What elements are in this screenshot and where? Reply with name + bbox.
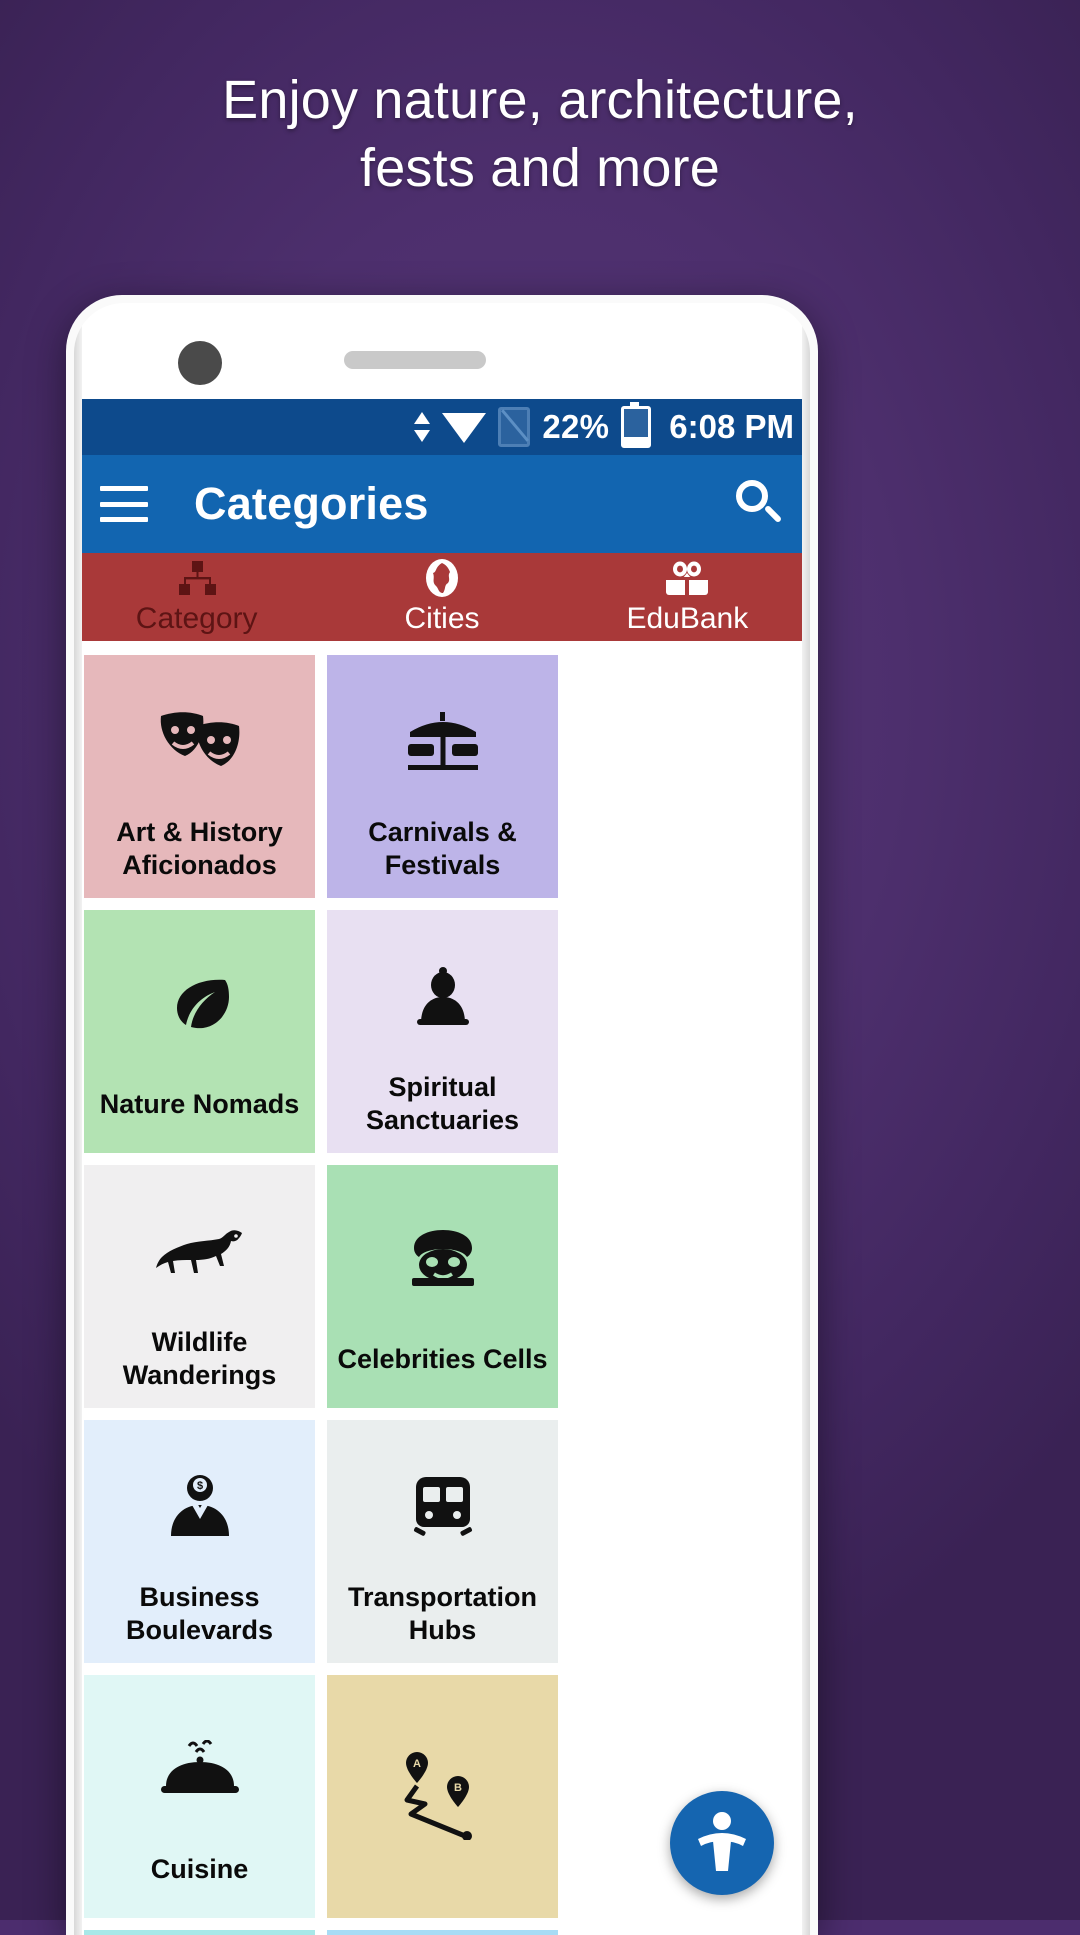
tile-label: Wildlife Wanderings — [122, 1327, 277, 1390]
app-bar: Categories — [74, 455, 810, 553]
tile-label: Spiritual Sanctuaries — [365, 1072, 520, 1135]
sync-icon — [414, 412, 431, 442]
tile-label: Transportation Hubs — [347, 1582, 537, 1645]
tile-label: Cuisine — [150, 1854, 249, 1884]
page-title: Categories — [194, 478, 429, 529]
food-dome-icon — [92, 1685, 307, 1853]
tile-wildlife-wanderings[interactable]: Wildlife Wanderings — [84, 1165, 315, 1408]
leaf-icon — [92, 920, 307, 1088]
sim-icon — [498, 407, 531, 447]
promo-headline: Enjoy nature, architecture, fests and mo… — [0, 66, 1080, 202]
tile-route[interactable]: A B — [327, 1675, 558, 1918]
route-pins-icon: A B — [335, 1685, 550, 1902]
tab-label: Category — [135, 602, 258, 635]
statue-person-icon — [694, 1809, 750, 1878]
owl-book-icon — [664, 558, 710, 598]
theater-masks-icon — [92, 665, 307, 816]
sitemap-icon — [177, 558, 217, 598]
tile-spartan[interactable] — [84, 1930, 315, 1935]
headline-line-1: Enjoy nature, architecture, — [222, 70, 858, 130]
tile-nature-nomads[interactable]: Nature Nomads — [84, 910, 315, 1153]
tile-art-history[interactable]: Art & History Aficionados — [84, 655, 315, 898]
tile-label: Art & History Aficionados — [116, 817, 283, 880]
svg-text:A: A — [413, 1758, 421, 1770]
tile-carnivals-festivals[interactable]: Carnivals & Festivals — [327, 655, 558, 898]
tile-label: Business Boulevards — [125, 1582, 274, 1645]
front-camera-icon — [178, 341, 222, 385]
status-bar: 22% 6:08 PM — [74, 399, 810, 455]
tab-cities[interactable]: Cities — [319, 553, 564, 641]
tab-edubank[interactable]: EduBank — [565, 553, 810, 641]
businessman-icon: $ — [92, 1430, 307, 1581]
buddha-icon — [335, 920, 550, 1071]
phone-mockup: 22% 6:08 PM Categories Category Cities E… — [66, 295, 818, 1935]
svg-text:B: B — [454, 1782, 462, 1794]
fab-button[interactable] — [670, 1791, 774, 1895]
tile-label: Nature Nomads — [99, 1089, 300, 1119]
battery-icon — [621, 402, 652, 448]
tab-bar: Category Cities EduBank — [74, 553, 810, 641]
svg-text:$: $ — [196, 1480, 202, 1492]
tile-label: Carnivals & Festivals — [368, 817, 517, 880]
lion-icon — [92, 1175, 307, 1326]
search-icon[interactable] — [732, 478, 784, 530]
tile-label: Celebrities Cells — [337, 1344, 548, 1374]
phone-body: 22% 6:08 PM Categories Category Cities E… — [74, 303, 810, 1935]
phone-bezel-right — [802, 303, 810, 1935]
tab-category[interactable]: Category — [74, 553, 319, 641]
tile-spiritual-sanctuaries[interactable]: Spiritual Sanctuaries — [327, 910, 558, 1153]
tab-label: EduBank — [626, 602, 749, 635]
tile-fountain[interactable] — [327, 1930, 558, 1935]
carousel-icon — [335, 665, 550, 816]
hamburger-icon[interactable] — [100, 486, 148, 522]
tile-cuisine[interactable]: Cuisine — [84, 1675, 315, 1918]
globe-icon — [423, 558, 461, 598]
train-icon — [335, 1430, 550, 1581]
headline-line-2: fests and more — [360, 138, 720, 198]
earpiece-speaker — [344, 351, 486, 369]
battery-percent-label: 22% — [542, 408, 610, 445]
tile-business-boulevards[interactable]: $ Business Boulevards — [84, 1420, 315, 1663]
wifi-icon — [442, 411, 487, 443]
tile-transportation-hubs[interactable]: Transportation Hubs — [327, 1420, 558, 1663]
category-grid: Art & History Aficionados Carnivals & Fe… — [74, 641, 810, 1935]
phone-bezel-left — [74, 303, 82, 1935]
celebrity-icon — [335, 1175, 550, 1343]
tile-celebrities-cells[interactable]: Celebrities Cells — [327, 1165, 558, 1408]
clock-label: 6:08 PM — [669, 408, 794, 445]
phone-screen: 22% 6:08 PM Categories Category Cities E… — [74, 399, 810, 1935]
tab-label: Cities — [404, 602, 480, 635]
